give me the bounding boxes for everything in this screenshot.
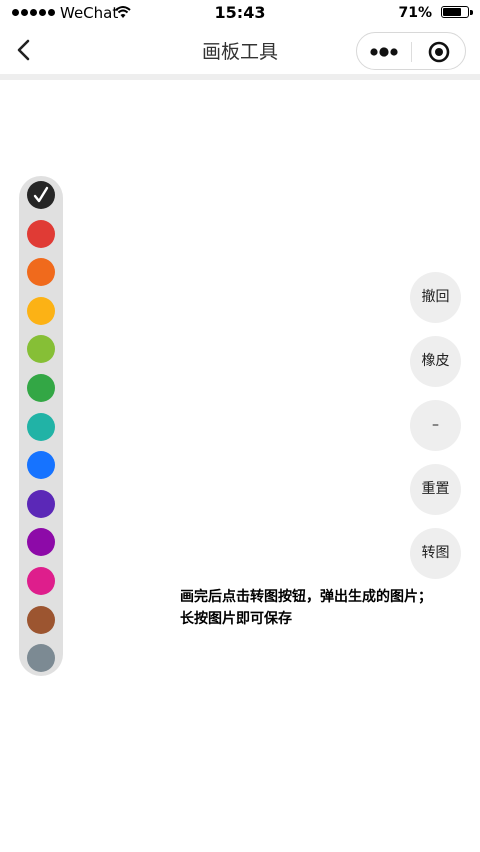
color-swatch[interactable] — [27, 181, 55, 209]
capsule-menu — [356, 32, 466, 70]
hint-text: 画完后点击转图按钮，弹出生成的图片； 长按图片即可保存 — [180, 586, 470, 630]
check-icon — [33, 186, 49, 203]
color-palette — [19, 176, 63, 676]
capsule-divider — [411, 42, 412, 62]
hint-line-1: 画完后点击转图按钮，弹出生成的图片； — [180, 589, 432, 605]
color-swatch[interactable] — [27, 605, 55, 634]
color-swatch[interactable] — [27, 451, 55, 480]
target-icon[interactable] — [428, 41, 450, 63]
color-swatch[interactable] — [27, 374, 55, 402]
color-swatch[interactable] — [27, 528, 55, 557]
pen-size-minus-button[interactable]: – — [410, 400, 461, 451]
color-swatch[interactable] — [27, 412, 55, 441]
reset-button[interactable]: 重置 — [410, 464, 461, 515]
color-swatch[interactable] — [27, 258, 55, 287]
eraser-button[interactable]: 橡皮 — [410, 336, 461, 387]
color-swatch[interactable] — [27, 296, 55, 325]
color-swatch[interactable] — [27, 567, 55, 595]
nav-divider — [0, 74, 480, 80]
battery-percent: 71% — [398, 5, 432, 21]
nav-bar: 画板工具 — [0, 26, 480, 74]
color-swatch[interactable] — [27, 489, 55, 518]
color-swatch[interactable] — [27, 335, 55, 364]
hint-line-2: 长按图片即可保存 — [180, 611, 292, 627]
color-swatch[interactable] — [27, 219, 55, 248]
battery-icon — [441, 6, 473, 18]
status-bar: WeChat 15:43 71% — [0, 0, 480, 26]
color-swatch[interactable] — [27, 644, 55, 673]
more-dots-icon[interactable] — [369, 43, 399, 61]
convert-button[interactable]: 转图 — [410, 528, 461, 579]
screen: WeChat 15:43 71% 画板工具 撤回 橡皮 – 重置 转图 画完后点… — [0, 0, 480, 852]
undo-button[interactable]: 撤回 — [410, 272, 461, 323]
